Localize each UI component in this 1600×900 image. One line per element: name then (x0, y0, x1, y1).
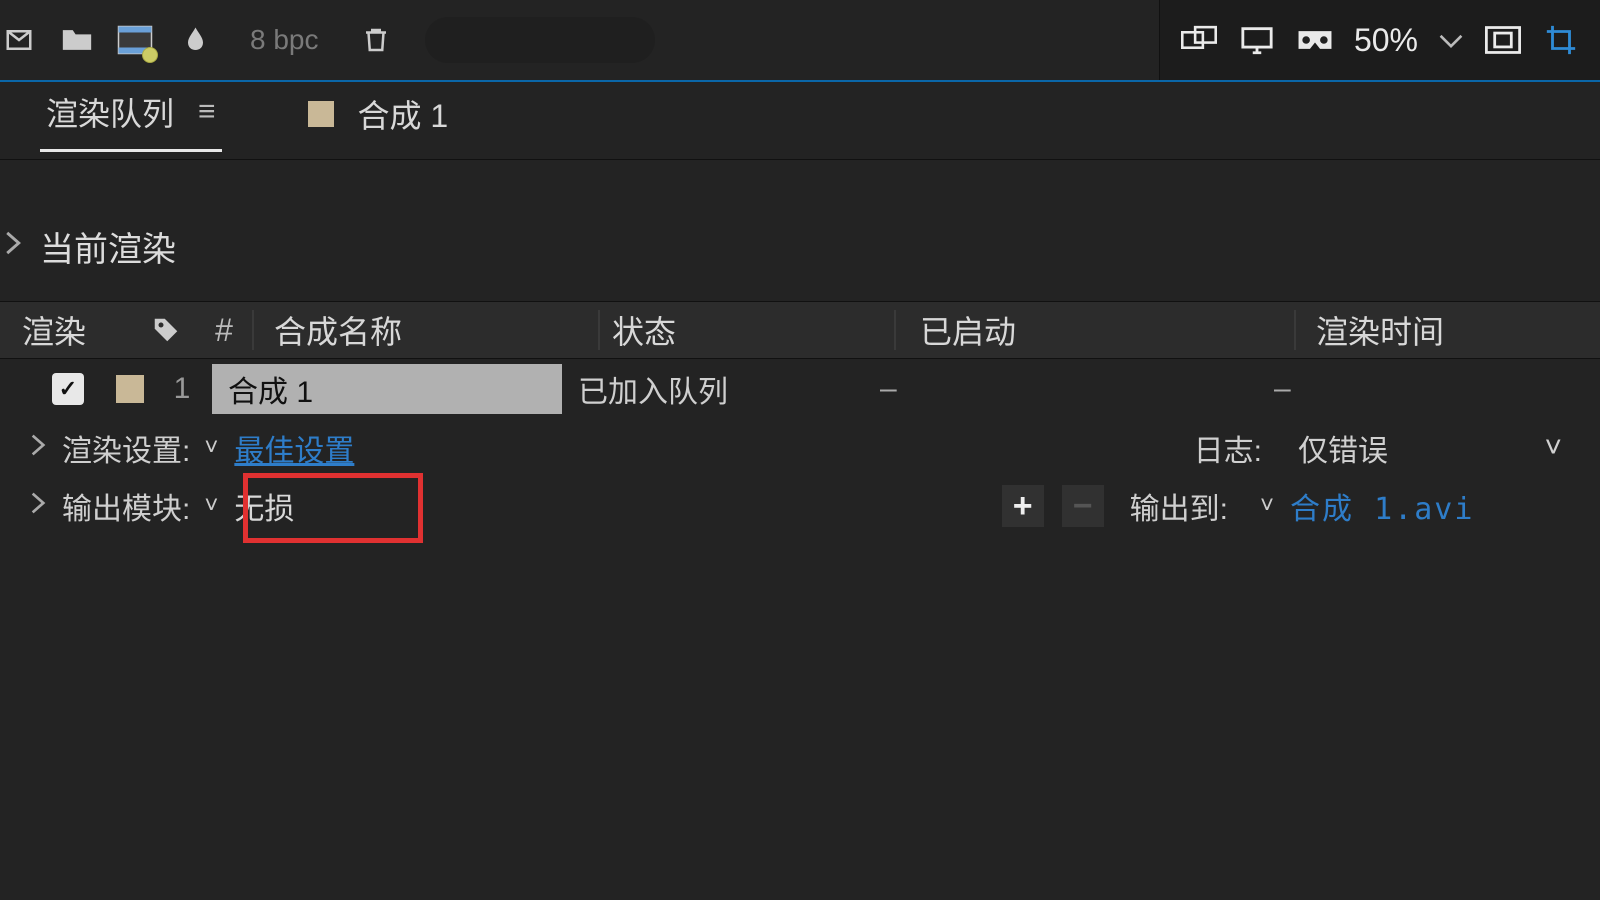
queue-header-row: 渲染 # 合成名称 状态 已启动 渲染时间 (0, 301, 1600, 359)
zoom-value[interactable]: 50% (1354, 22, 1418, 59)
col-status[interactable]: 状态 (600, 307, 894, 353)
monitor-icon[interactable] (1238, 21, 1276, 59)
comp-color-swatch (308, 101, 334, 127)
output-to-value[interactable]: 合成 1.avi (1290, 484, 1474, 528)
col-label[interactable] (136, 315, 196, 345)
tab-menu-icon[interactable]: ≡ (198, 95, 216, 129)
chevron-down-icon: ˅ (204, 434, 218, 462)
col-comp-name[interactable]: 合成名称 (254, 307, 598, 353)
project-toolbar: 8 bpc 50% (0, 0, 1600, 82)
chevron-down-icon: ˅ (1260, 492, 1274, 520)
add-output-button[interactable]: + (1002, 485, 1044, 527)
zoom-chevron-icon[interactable] (1438, 23, 1464, 57)
new-comp-icon[interactable] (116, 21, 154, 59)
row-comp-name[interactable]: 合成 1 (212, 364, 562, 414)
log-label: 日志: (1194, 426, 1262, 470)
chevron-down-icon: ˅ (1544, 431, 1562, 465)
queue-row[interactable]: ✓ 1 合成 1 已加入队列 – – (0, 359, 1600, 419)
brush-icon[interactable] (174, 21, 212, 59)
output-module-value[interactable]: 无损 (234, 484, 294, 528)
transparency-grid-icon[interactable] (1484, 21, 1522, 59)
output-module-dropdown[interactable]: ˅ 无损 (204, 484, 294, 528)
render-checkbox[interactable]: ✓ (52, 373, 84, 405)
twirl-icon[interactable] (30, 433, 46, 464)
log-dropdown[interactable]: 仅错误 ˅ (1280, 422, 1580, 474)
tab-label: 合成 1 (358, 91, 449, 137)
crop-icon[interactable] (1542, 21, 1580, 59)
tab-render-queue[interactable]: 渲染队列 ≡ (40, 89, 222, 152)
chevron-down-icon: ˅ (204, 492, 218, 520)
bit-depth-label[interactable]: 8 bpc (250, 24, 319, 56)
tab-comp1[interactable]: 合成 1 (302, 91, 455, 151)
panel-tabs: 渲染队列 ≡ 合成 1 (0, 82, 1600, 160)
project-icon[interactable] (0, 21, 38, 59)
output-to-label: 输出到: (1130, 484, 1228, 528)
render-settings-value[interactable]: 最佳设置 (234, 426, 354, 470)
remove-output-button: − (1062, 485, 1104, 527)
render-settings-row: 渲染设置: ˅ 最佳设置 日志: 仅错误 ˅ (0, 419, 1600, 477)
output-module-label: 输出模块: (62, 484, 190, 528)
vr-goggles-icon[interactable] (1296, 21, 1334, 59)
row-render-time: – (1254, 372, 1600, 406)
col-render[interactable]: 渲染 (0, 307, 136, 353)
row-color-swatch (116, 375, 144, 403)
render-settings-label: 渲染设置: (62, 426, 190, 470)
multi-monitor-icon[interactable] (1180, 21, 1218, 59)
log-value: 仅错误 (1298, 426, 1388, 470)
output-module-row: 输出模块: ˅ 无损 + − 输出到: ˅ 合成 1.avi (0, 477, 1600, 535)
folder-icon[interactable] (58, 21, 96, 59)
row-started: – (856, 372, 1254, 406)
trash-icon[interactable] (357, 21, 395, 59)
current-render-section: 当前渲染 (0, 160, 1600, 301)
tab-label: 渲染队列 (46, 89, 174, 135)
current-render-label: 当前渲染 (40, 222, 176, 271)
col-render-time[interactable]: 渲染时间 (1296, 307, 1600, 353)
twirl-icon[interactable] (30, 491, 46, 522)
twirl-icon[interactable] (4, 230, 22, 263)
row-status: 已加入队列 (562, 367, 856, 411)
output-to-dropdown[interactable]: ˅ 合成 1.avi (1260, 484, 1580, 528)
row-index: 1 (156, 372, 208, 406)
col-index[interactable]: # (196, 312, 252, 349)
search-slot[interactable] (425, 17, 655, 63)
render-settings-dropdown[interactable]: ˅ 最佳设置 (204, 426, 354, 470)
col-started[interactable]: 已启动 (896, 307, 1294, 353)
